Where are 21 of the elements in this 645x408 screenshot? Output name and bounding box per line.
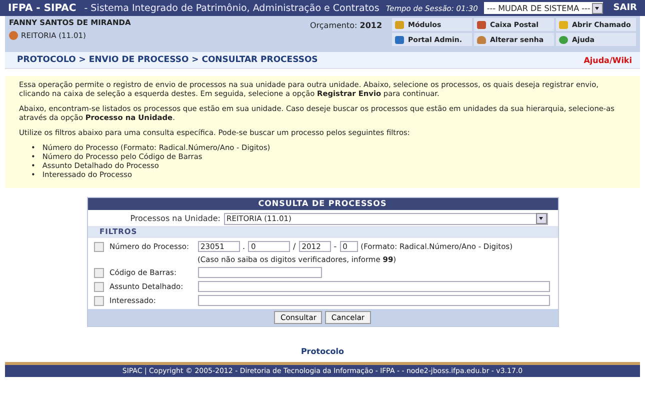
checkbox[interactable] — [94, 242, 104, 252]
checkbox[interactable] — [94, 268, 104, 278]
system-name: IFPA - SIPAC — [8, 2, 76, 14]
separator-dot: . — [242, 241, 246, 252]
checkbox[interactable] — [94, 282, 104, 292]
separator-slash: / — [292, 241, 297, 252]
system-select[interactable]: --- MUDAR DE SISTEMA --- — [484, 2, 604, 14]
breadcrumb: PROTOCOLO > ENVIO DE PROCESSO > CONSULTAR PROCESSOS — [17, 55, 318, 65]
help-wiki-link[interactable]: Ajuda/Wiki — [584, 56, 632, 64]
barcode-field[interactable] — [198, 267, 322, 278]
form-title: CONSULTA DE PROCESSOS — [88, 198, 558, 210]
system-subtitle: - Sistema Integrado de Patrimônio, Administração e Contratos — [84, 2, 380, 14]
checkbox[interactable] — [94, 296, 104, 306]
field-label: Processos na Unidade: — [129, 214, 222, 223]
logout-link[interactable]: SAIR — [609, 3, 641, 13]
separator-dash: - — [332, 241, 338, 252]
text-field[interactable] — [198, 295, 550, 306]
budget-year: Orçamento: 2012 — [310, 20, 384, 30]
text-field[interactable] — [198, 281, 550, 292]
help-icon — [559, 36, 568, 44]
protocolo-link[interactable]: Protocolo — [300, 347, 344, 356]
